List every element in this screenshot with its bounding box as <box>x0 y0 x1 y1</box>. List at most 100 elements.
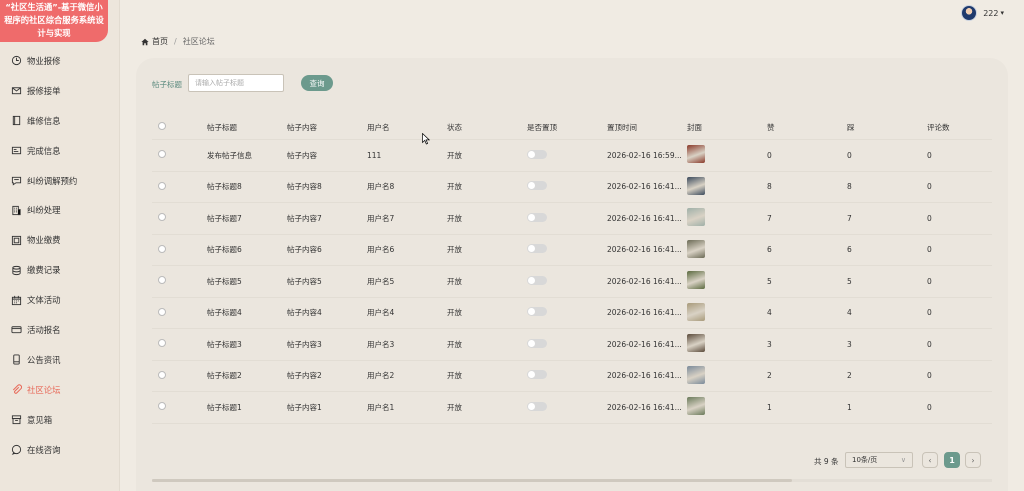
toggle-switch[interactable] <box>527 275 547 285</box>
table-row[interactable]: 帖子标题5 帖子内容5 用户名5 开放 2026-02-16 16:41... 5 5 0 <box>152 266 992 298</box>
page-1-button[interactable]: 1 <box>944 452 960 468</box>
sidebar-item-10[interactable]: 活动报名 <box>0 315 120 345</box>
cover-image[interactable] <box>687 334 767 354</box>
radio-icon[interactable] <box>158 402 166 411</box>
toggle-switch[interactable] <box>527 244 547 254</box>
toggle-switch[interactable] <box>527 212 547 222</box>
sidebar-item-6[interactable]: 纠纷处理 <box>0 195 120 225</box>
pin-toggle[interactable] <box>527 275 607 287</box>
username[interactable]: 222 <box>983 9 998 18</box>
sidebar-item-5[interactable]: 纠纷调解预约 <box>0 166 120 196</box>
pin-toggle[interactable] <box>527 401 607 413</box>
cover-image[interactable] <box>687 365 767 386</box>
radio-icon[interactable] <box>158 244 166 253</box>
cover-thumbnail[interactable] <box>687 365 705 384</box>
cover-thumbnail[interactable] <box>687 208 705 227</box>
table-row[interactable]: 帖子标题1 帖子内容1 用户名1 开放 2026-02-16 16:41... 1 1 0 <box>152 392 992 424</box>
toggle-switch[interactable] <box>527 149 547 159</box>
sidebar-item-2[interactable]: 报修接单 <box>0 76 120 106</box>
search-input[interactable] <box>188 74 284 92</box>
radio-icon[interactable] <box>158 181 166 190</box>
building-icon <box>11 205 22 216</box>
pin-toggle[interactable] <box>527 338 607 350</box>
cover-image[interactable] <box>687 302 767 323</box>
cover-image[interactable] <box>687 208 767 228</box>
pin-toggle[interactable] <box>527 149 607 161</box>
sidebar-item-7[interactable]: 物业缴费 <box>0 225 120 255</box>
prev-page-button[interactable]: ‹ <box>922 452 938 468</box>
toggle-switch[interactable] <box>527 338 547 348</box>
table-row[interactable]: 帖子标题7 帖子内容7 用户名7 开放 2026-02-16 16:41... 7 7 0 <box>152 203 992 235</box>
row-checkbox[interactable] <box>152 213 207 223</box>
row-checkbox[interactable] <box>152 339 207 349</box>
cover-image[interactable] <box>687 176 767 197</box>
radio-icon[interactable] <box>158 307 166 316</box>
sidebar-item-label: 缴费记录 <box>27 265 61 276</box>
chat-icon <box>11 175 22 186</box>
post-title: 帖子标题8 <box>207 182 242 192</box>
table-row[interactable]: 帖子标题2 帖子内容2 用户名2 开放 2026-02-16 16:41... 2 2 0 <box>152 361 992 392</box>
pin-time: 2026-02-16 16:41... <box>607 276 682 286</box>
row-checkbox[interactable] <box>152 370 207 381</box>
radio-icon[interactable] <box>158 122 166 130</box>
avatar[interactable] <box>961 5 978 21</box>
breadcrumb-home[interactable]: 首页 <box>152 36 168 47</box>
radio-icon[interactable] <box>158 370 166 379</box>
cover-thumbnail[interactable] <box>687 302 705 321</box>
pin-toggle[interactable] <box>527 307 607 318</box>
caret-down-icon[interactable]: ▾ <box>1000 9 1004 17</box>
sidebar-item-14[interactable]: 在线咨询 <box>0 435 120 465</box>
cover-image[interactable] <box>687 239 767 260</box>
table-row[interactable]: 帖子标题4 帖子内容4 用户名4 开放 2026-02-16 16:41... 4 4 0 <box>152 298 992 329</box>
table-row[interactable]: 帖子标题6 帖子内容6 用户名6 开放 2026-02-16 16:41... 6 6 0 <box>152 235 992 266</box>
user-menu[interactable]: 222 ▾ <box>961 5 1004 21</box>
toggle-switch[interactable] <box>527 370 547 380</box>
row-checkbox[interactable] <box>152 276 207 286</box>
toggle-switch[interactable] <box>527 181 547 191</box>
scrollbar-thumb[interactable] <box>152 479 792 482</box>
sidebar-item-9[interactable]: 文体活动 <box>0 285 120 315</box>
pin-toggle[interactable] <box>527 181 607 192</box>
sidebar-item-8[interactable]: 缴费记录 <box>0 255 120 285</box>
row-checkbox[interactable] <box>152 402 207 412</box>
cover-thumbnail[interactable] <box>687 271 705 290</box>
cover-thumbnail[interactable] <box>687 239 705 258</box>
cover-image[interactable] <box>687 397 767 417</box>
pin-toggle[interactable] <box>527 212 607 224</box>
sidebar-item-13[interactable]: 意见箱 <box>0 405 120 435</box>
select-all-checkbox[interactable] <box>152 122 207 132</box>
horizontal-scrollbar[interactable] <box>152 479 992 482</box>
sidebar-item-12[interactable]: 社区论坛 <box>0 375 120 405</box>
row-checkbox[interactable] <box>152 181 207 192</box>
row-checkbox[interactable] <box>152 244 207 255</box>
sidebar-item-11[interactable]: 公告资讯 <box>0 345 120 375</box>
toggle-switch[interactable] <box>527 307 547 317</box>
radio-icon[interactable] <box>158 213 166 222</box>
cover-thumbnail[interactable] <box>687 397 705 416</box>
sidebar-item-4[interactable]: 完成信息 <box>0 136 120 166</box>
row-checkbox[interactable] <box>152 307 207 318</box>
radio-icon[interactable] <box>158 339 166 348</box>
row-checkbox[interactable] <box>152 150 207 160</box>
pin-toggle[interactable] <box>527 370 607 381</box>
radio-icon[interactable] <box>158 150 166 159</box>
radio-icon[interactable] <box>158 276 166 285</box>
sidebar-item-3[interactable]: 维修信息 <box>0 106 120 136</box>
table-row[interactable]: 帖子标题8 帖子内容8 用户名8 开放 2026-02-16 16:41... 8 8 0 <box>152 172 992 203</box>
breadcrumb-current: 社区论坛 <box>182 37 215 46</box>
sidebar-item-1[interactable]: 物业报修 <box>0 46 120 76</box>
search-button[interactable]: 查询 <box>301 75 333 91</box>
cover-image[interactable] <box>687 145 767 165</box>
cover-thumbnail[interactable] <box>687 176 705 195</box>
cover-thumbnail[interactable] <box>687 145 705 164</box>
pin-time: 2026-02-16 16:41... <box>607 339 682 349</box>
table-row[interactable]: 发布帖子信息 帖子内容 111 开放 2026-02-16 16:59... 0 0 0 <box>152 140 992 172</box>
table-row[interactable]: 帖子标题3 帖子内容3 用户名3 开放 2026-02-16 16:41... 3 3 0 <box>152 329 992 361</box>
toggle-switch[interactable] <box>527 401 547 411</box>
pin-toggle[interactable] <box>527 244 607 255</box>
next-page-button[interactable]: › <box>965 452 981 468</box>
page-size-select[interactable]: 10条/页 ∨ <box>845 452 913 468</box>
cover-image[interactable] <box>687 271 767 291</box>
column-header: 用户名 <box>367 122 390 132</box>
cover-thumbnail[interactable] <box>687 334 705 353</box>
